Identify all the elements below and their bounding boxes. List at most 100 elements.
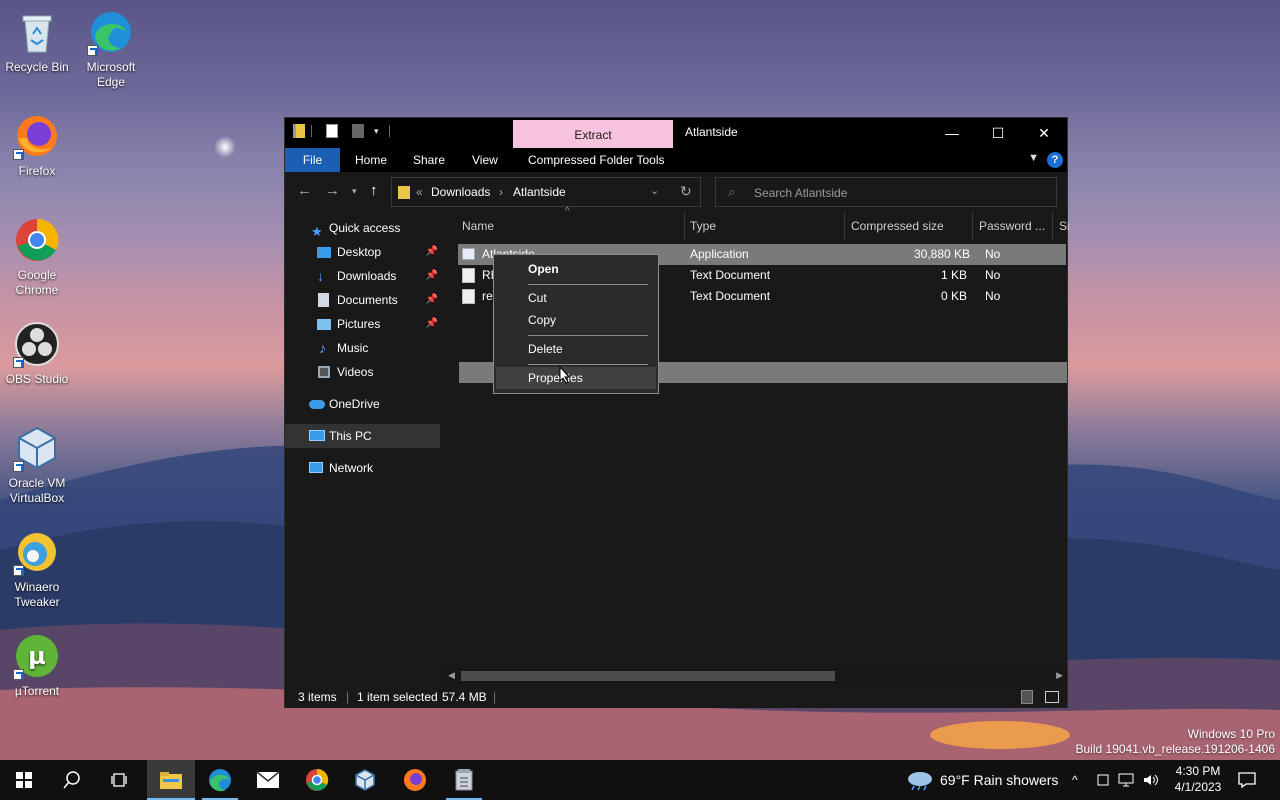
menu-item-properties[interactable]: Properties bbox=[496, 367, 656, 389]
taskbar-file-explorer[interactable] bbox=[147, 760, 195, 800]
menu-item-cut[interactable]: Cut bbox=[496, 287, 656, 309]
search-box[interactable]: ⌕ bbox=[715, 177, 1057, 207]
desktop-icon-virtualbox[interactable]: Oracle VM VirtualBox bbox=[0, 424, 74, 506]
customize-toolbar-icon[interactable]: ▾ bbox=[374, 126, 379, 137]
column-name[interactable]: Name bbox=[462, 219, 494, 233]
tab-share[interactable]: Share bbox=[413, 148, 445, 172]
taskbar-firefox[interactable] bbox=[391, 760, 439, 800]
column-divider bbox=[844, 212, 845, 240]
task-view-button[interactable] bbox=[96, 760, 144, 800]
column-divider bbox=[972, 212, 973, 240]
desktop-icon-obs[interactable]: OBS Studio bbox=[0, 320, 74, 387]
computer-icon bbox=[309, 430, 325, 441]
navigation-bar: ← → ▾ ↑ « Downloads › Atlantside ⌄ ↻ ⌕ bbox=[285, 172, 1067, 212]
breadcrumb-separator[interactable]: › bbox=[499, 185, 503, 199]
nav-documents[interactable]: Documents 📌 bbox=[285, 288, 440, 312]
nav-this-pc[interactable]: This PC bbox=[285, 424, 440, 448]
nav-onedrive[interactable]: OneDrive bbox=[285, 392, 440, 416]
breadcrumb-atlantside[interactable]: Atlantside bbox=[513, 185, 566, 199]
nav-quick-access[interactable]: ★ Quick access bbox=[285, 216, 440, 240]
download-arrow-icon: ↓ bbox=[317, 268, 324, 284]
new-folder-icon[interactable] bbox=[352, 124, 364, 138]
menu-item-copy[interactable]: Copy bbox=[496, 309, 656, 331]
notifications-button[interactable] bbox=[1238, 760, 1256, 800]
address-bar[interactable]: « Downloads › Atlantside ⌄ ↻ bbox=[391, 177, 701, 207]
column-size[interactable]: Si bbox=[1059, 219, 1070, 233]
file-compressed-size: 1 KB bbox=[941, 268, 968, 282]
desktop-icon-label: Firefox bbox=[18, 164, 56, 178]
obs-icon bbox=[13, 320, 61, 368]
taskbar-archive-app[interactable] bbox=[440, 760, 488, 800]
desktop-icon-label: Google Chrome bbox=[15, 268, 59, 297]
network-status-icon[interactable] bbox=[1118, 760, 1136, 800]
menu-separator bbox=[528, 364, 648, 365]
weather-widget[interactable]: 69°F Rain showers bbox=[906, 760, 1058, 800]
title-bar[interactable]: ▾ Extract Atlantside — ☐ ✕ bbox=[285, 118, 1067, 148]
close-button[interactable]: ✕ bbox=[1021, 118, 1067, 148]
desktop-icon-chrome[interactable]: Google Chrome bbox=[0, 216, 74, 298]
nav-music[interactable]: ♪ Music bbox=[285, 336, 440, 360]
menu-item-delete[interactable]: Delete bbox=[496, 338, 656, 360]
breadcrumb-downloads[interactable]: Downloads bbox=[431, 185, 490, 199]
desktop-icon-utorrent[interactable]: µ µTorrent bbox=[0, 632, 74, 699]
desktop-icon-winaero[interactable]: Winaero Tweaker bbox=[0, 528, 74, 610]
show-hidden-icons-button[interactable]: ^ bbox=[1072, 760, 1078, 800]
video-icon bbox=[318, 366, 330, 378]
refresh-icon[interactable]: ↻ bbox=[680, 183, 692, 200]
up-button[interactable]: ↑ bbox=[370, 182, 378, 199]
column-password[interactable]: Password ... bbox=[979, 219, 1045, 233]
details-view-button[interactable] bbox=[1021, 690, 1033, 704]
horizontal-scrollbar[interactable]: ◀ ▶ bbox=[443, 667, 1067, 685]
forward-button[interactable]: → bbox=[325, 182, 340, 199]
nav-videos[interactable]: Videos bbox=[285, 360, 440, 384]
maximize-button[interactable]: ☐ bbox=[975, 118, 1021, 148]
menu-item-open[interactable]: Open bbox=[496, 258, 656, 280]
column-type[interactable]: Type bbox=[690, 219, 716, 233]
recent-locations-button[interactable]: ▾ bbox=[352, 186, 357, 197]
taskbar-mail[interactable] bbox=[244, 760, 292, 800]
help-icon[interactable]: ? bbox=[1047, 152, 1063, 168]
tab-file[interactable]: File bbox=[285, 148, 340, 172]
column-compressed-size[interactable]: Compressed size bbox=[851, 219, 944, 233]
tab-home[interactable]: Home bbox=[355, 148, 387, 172]
nav-label: Music bbox=[337, 341, 369, 355]
search-input[interactable] bbox=[754, 184, 1044, 202]
nav-network[interactable]: Network bbox=[285, 456, 440, 480]
back-button[interactable]: ← bbox=[297, 182, 312, 199]
large-icons-view-button[interactable] bbox=[1045, 691, 1059, 703]
nav-desktop[interactable]: Desktop 📌 bbox=[285, 240, 440, 264]
clock[interactable]: 4:30 PM 4/1/2023 bbox=[1168, 763, 1228, 795]
scroll-right-icon[interactable]: ▶ bbox=[1056, 670, 1063, 681]
nav-pictures[interactable]: Pictures 📌 bbox=[285, 312, 440, 336]
properties-icon[interactable] bbox=[326, 124, 338, 138]
tab-view[interactable]: View bbox=[472, 148, 498, 172]
scroll-left-icon[interactable]: ◀ bbox=[448, 670, 455, 681]
address-overflow[interactable]: « bbox=[416, 185, 423, 199]
document-icon bbox=[318, 293, 329, 307]
desktop-icon-recycle-bin[interactable]: Recycle Bin bbox=[0, 8, 74, 75]
file-password: No bbox=[985, 247, 1001, 261]
minimize-button[interactable]: — bbox=[929, 118, 975, 148]
taskbar-virtualbox[interactable] bbox=[341, 760, 389, 800]
taskbar-chrome[interactable] bbox=[293, 760, 341, 800]
expand-ribbon-icon[interactable]: ▼ bbox=[1028, 152, 1039, 164]
desktop-icon-edge[interactable]: Microsoft Edge bbox=[74, 8, 148, 90]
meet-now-icon[interactable] bbox=[1096, 760, 1110, 800]
desktop-icon-firefox[interactable]: Firefox bbox=[0, 112, 74, 179]
desktop-icon-label: µTorrent bbox=[14, 684, 60, 698]
start-button[interactable] bbox=[0, 760, 48, 800]
tab-compressed-folder-tools[interactable]: Compressed Folder Tools bbox=[528, 148, 665, 172]
nav-label: Network bbox=[329, 461, 374, 475]
scrollbar-thumb[interactable] bbox=[461, 671, 835, 681]
weather-text: 69°F Rain showers bbox=[940, 772, 1059, 788]
file-explorer-icon bbox=[160, 772, 182, 789]
volume-icon[interactable] bbox=[1142, 760, 1160, 800]
file-name: re bbox=[482, 289, 493, 303]
quick-access-toolbar: ▾ bbox=[293, 124, 390, 138]
search-button[interactable] bbox=[48, 760, 96, 800]
taskbar-edge[interactable] bbox=[196, 760, 244, 800]
tab-extract[interactable]: Extract bbox=[513, 120, 673, 148]
nav-downloads[interactable]: ↓ Downloads 📌 bbox=[285, 264, 440, 288]
address-dropdown-icon[interactable]: ⌄ bbox=[650, 184, 659, 197]
chrome-icon bbox=[13, 216, 61, 264]
